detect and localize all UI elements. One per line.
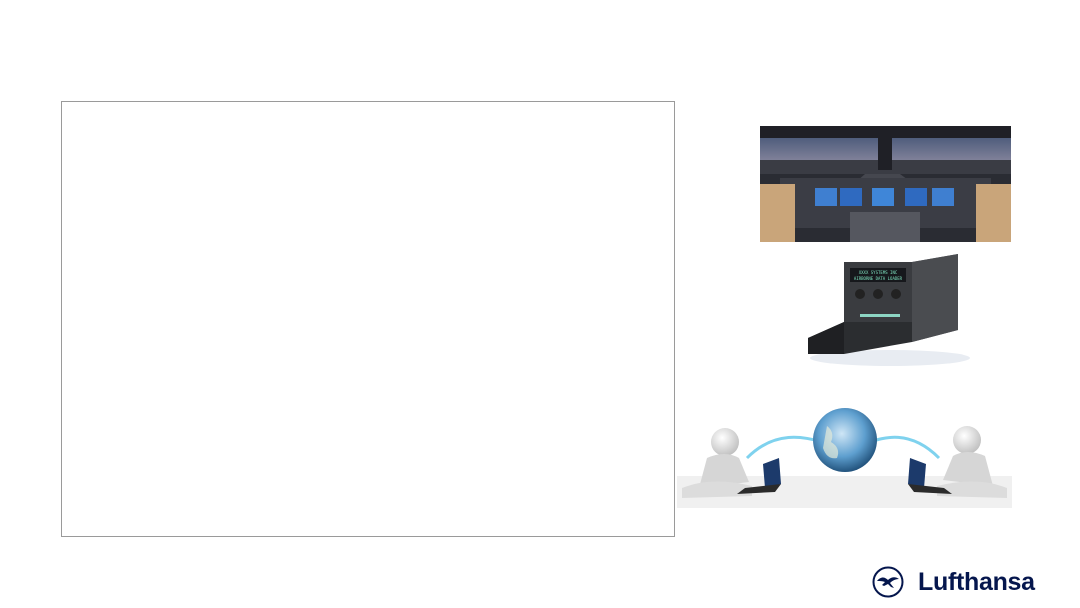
network-illustration (677, 398, 1012, 508)
content-placeholder-box (61, 101, 675, 537)
data-loader-image: XXXX SYSTEMS INC AIRBORNE DATA LOADER (800, 250, 972, 368)
lufthansa-logo: Lufthansa (872, 565, 1035, 599)
brand-name: Lufthansa (918, 567, 1035, 596)
cockpit-image (760, 126, 1011, 242)
crane-logo-icon (872, 566, 904, 598)
panel-text-line2: AIRBORNE DATA LOADER (854, 276, 903, 281)
panel-text-line1: XXXX SYSTEMS INC (859, 270, 898, 275)
